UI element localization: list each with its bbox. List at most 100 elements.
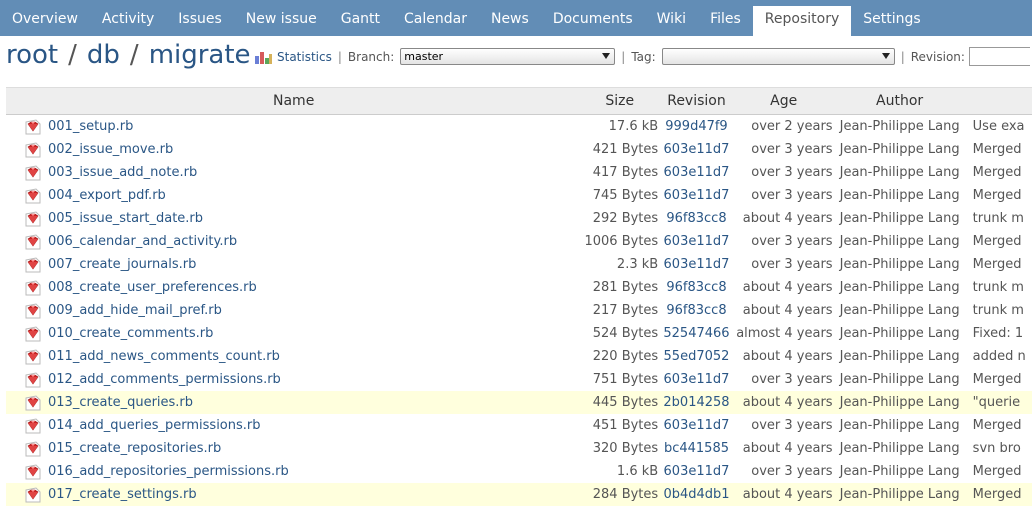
file-link[interactable]: 013_create_queries.rb [48,395,193,410]
revision-link[interactable]: 603e11d7 [664,257,730,272]
author-column-header[interactable]: Author [832,87,967,115]
revision-link[interactable]: 603e11d7 [664,234,730,249]
breadcrumb-root-link[interactable]: root [6,40,58,70]
file-age: over 3 years [751,372,833,387]
revision-cell: 999d47f9 [658,115,735,139]
file-link[interactable]: 015_create_repositories.rb [48,441,221,456]
revision-cell: 96f83cc8 [658,299,735,322]
file-name-cell: 008_create_user_preferences.rb [6,276,561,299]
tab-wiki[interactable]: Wiki [645,6,698,34]
revision-link[interactable]: 0b4d4db1 [663,487,729,502]
table-row: 010_create_comments.rb 524 Bytes 52547466 a… [6,322,1032,345]
revision-link[interactable]: 603e11d7 [664,464,730,479]
file-link[interactable]: 012_add_comments_permissions.rb [48,372,281,387]
table-row: 014_add_queries_permissions.rb 451 Bytes 6… [6,414,1032,437]
table-row: 006_calendar_and_activity.rb 1006 Bytes 60… [6,230,1032,253]
tab-repository[interactable]: Repository [752,6,852,36]
chevron-down-icon [602,53,611,59]
table-row: 009_add_hide_mail_pref.rb 217 Bytes 96f83c… [6,299,1032,322]
tab-calendar[interactable]: Calendar [392,6,479,34]
revision-link[interactable]: 603e11d7 [664,418,730,433]
file-link[interactable]: 016_add_repositories_permissions.rb [48,464,289,479]
breadcrumb-migrate-link[interactable]: migrate [149,40,251,70]
file-link[interactable]: 017_create_settings.rb [48,487,197,502]
tab-documents[interactable]: Documents [541,6,645,34]
file-entry: 016_add_repositories_permissions.rb [6,460,561,483]
tab-issues[interactable]: Issues [166,6,234,34]
file-size: 445 Bytes [561,391,659,414]
revision-link[interactable]: 2b014258 [663,395,729,410]
file-name-cell: 011_add_news_comments_count.rb [6,345,561,368]
table-row: 003_issue_add_note.rb 417 Bytes 603e11d7 ov… [6,161,1032,184]
ruby-icon [25,463,41,480]
file-entry: 014_add_queries_permissions.rb [6,414,561,437]
revision-link[interactable]: 603e11d7 [664,372,730,387]
file-comment: Merged [972,142,1022,157]
file-link[interactable]: 005_issue_start_date.rb [48,211,203,226]
tab-overview[interactable]: Overview [0,6,90,34]
revision-cell: bc441585 [658,437,735,460]
tab-news[interactable]: News [479,6,541,34]
revision-link[interactable]: 999d47f9 [665,119,727,134]
breadcrumb-db-link[interactable]: db [87,40,120,70]
revision-cell: 603e11d7 [658,161,735,184]
size-column-header[interactable]: Size [561,87,659,115]
file-link[interactable]: 008_create_user_preferences.rb [48,280,257,295]
revision-link[interactable]: bc441585 [664,441,729,456]
revision-link[interactable]: 603e11d7 [664,188,730,203]
ruby-icon [25,279,41,296]
toolbar-separator: | [337,49,342,64]
ruby-icon [25,141,41,158]
file-link[interactable]: 011_add_news_comments_count.rb [48,349,280,364]
file-size: 1006 Bytes [584,234,659,249]
revision-link[interactable]: 96f83cc8 [666,303,726,318]
file-comment: Use exa [972,119,1025,134]
revision-column-header[interactable]: Revision [658,87,735,115]
statistics-link[interactable]: Statistics [277,50,332,64]
tab-activity[interactable]: Activity [90,6,166,34]
revision-link[interactable]: 96f83cc8 [666,211,726,226]
file-size: 17.6 kB [608,119,659,134]
revision-link[interactable]: 603e11d7 [664,142,730,157]
revision-link[interactable]: 603e11d7 [664,165,730,180]
tag-select[interactable] [661,48,895,65]
file-name-cell: 012_add_comments_permissions.rb [6,368,561,391]
ruby-icon [25,486,41,503]
revision-link[interactable]: 96f83cc8 [666,280,726,295]
revision-link[interactable]: 52547466 [663,326,729,341]
file-age: over 3 years [751,234,833,249]
file-comment: "querie [966,391,1032,414]
ruby-icon [25,187,41,204]
name-column-header[interactable]: Name [6,87,562,115]
file-entry: 012_add_comments_permissions.rb [6,368,561,391]
tab-settings[interactable]: Settings [851,6,932,34]
file-comment: Merged [972,188,1022,203]
revision-input[interactable] [968,47,1030,66]
file-link[interactable]: 009_add_hide_mail_pref.rb [48,303,222,318]
file-link[interactable]: 004_export_pdf.rb [48,188,166,203]
file-link[interactable]: 003_issue_add_note.rb [48,165,197,180]
file-link[interactable]: 014_add_queries_permissions.rb [48,418,261,433]
tab-gantt[interactable]: Gantt [329,6,392,34]
file-link[interactable]: 010_create_comments.rb [48,326,213,341]
file-link[interactable]: 001_setup.rb [48,119,133,134]
file-name-cell: 013_create_queries.rb [6,391,562,414]
comment-column-header [966,87,1032,115]
branch-select[interactable]: master [400,48,616,65]
toolbar-separator: | [900,49,905,64]
file-link[interactable]: 006_calendar_and_activity.rb [48,234,237,249]
table-row: 015_create_repositories.rb 320 Bytes bc441… [6,437,1032,460]
tab-new-issue[interactable]: New issue [234,6,329,34]
file-size: 284 Bytes [561,483,659,506]
age-column-header[interactable]: Age [734,87,833,115]
file-link[interactable]: 007_create_journals.rb [48,257,196,272]
revision-cell: 603e11d7 [658,230,735,253]
breadcrumb-separator: / [129,40,139,70]
file-author: Jean-Philippe Lang [839,119,960,134]
revision-link[interactable]: 55ed7052 [664,349,730,364]
toolbar-separator: | [621,49,626,64]
file-size: 417 Bytes [592,165,659,180]
file-link[interactable]: 002_issue_move.rb [48,142,173,157]
tab-files[interactable]: Files [698,6,753,34]
file-comment: svn bro [972,441,1021,456]
